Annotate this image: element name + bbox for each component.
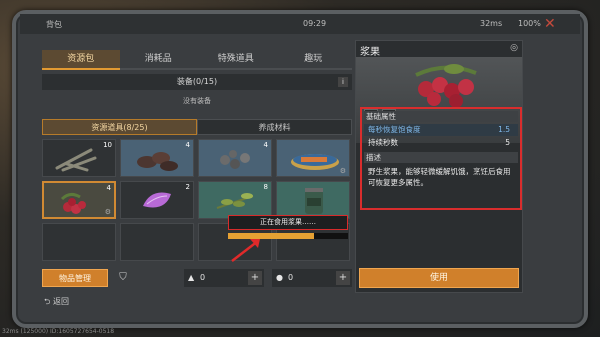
coin-icon: ● bbox=[276, 273, 283, 282]
item-count: 10 bbox=[103, 141, 112, 149]
property-value: 5 bbox=[505, 138, 510, 147]
category-tabs: 资源包 消耗品 特殊道具 趣玩 bbox=[42, 50, 352, 70]
back-arrow-icon: ⮌ bbox=[44, 297, 53, 306]
ping-readout: 32ms bbox=[480, 19, 503, 28]
item-count: 4 bbox=[185, 141, 190, 149]
description-heading: 描述 bbox=[364, 152, 518, 163]
no-equipment-text: 没有装备 bbox=[183, 97, 211, 105]
equipment-count-label: 装备(0/15) bbox=[176, 77, 218, 86]
subtab-upgrade-materials[interactable]: 养成材料 bbox=[197, 119, 352, 135]
petal-icon bbox=[143, 192, 171, 208]
battery-readout: 100% bbox=[518, 19, 541, 28]
annotation-arrow-icon bbox=[231, 239, 260, 262]
item-properties-box: 基础属性 每秒恢复饱食度 1.5 持续秒数 5 描述 野生浆果，能够轻微缓解饥饿… bbox=[360, 107, 522, 210]
item-count: 4 bbox=[106, 184, 111, 192]
tab-resource-pack[interactable]: 资源包 bbox=[42, 50, 120, 70]
resource-counter-2: ● 0 + bbox=[272, 269, 352, 287]
item-count: 4 bbox=[263, 141, 268, 149]
inventory-slot[interactable]: 8 bbox=[198, 181, 272, 219]
eating-status-banner: 正在食用浆果…… bbox=[228, 215, 348, 230]
equipment-header: 装备(0/15) i bbox=[42, 74, 352, 90]
property-value: 1.5 bbox=[498, 125, 510, 134]
settings-icon: ⚙ bbox=[104, 208, 111, 216]
close-icon[interactable]: ✕ bbox=[544, 16, 556, 32]
stone-icon bbox=[220, 150, 250, 169]
item-grid: 10 4 4 ⚙ 4 ⚙ 2 8 bbox=[42, 139, 352, 263]
inventory-slot[interactable]: 4 bbox=[120, 139, 194, 177]
window-title: 背包 bbox=[46, 20, 62, 29]
back-button[interactable]: ⮌ 返回 bbox=[44, 296, 69, 310]
property-key: 持续秒数 bbox=[368, 138, 398, 147]
item-count: 2 bbox=[185, 183, 190, 191]
inventory-slot[interactable]: 10 bbox=[42, 139, 116, 177]
debug-status-line: 32ms (125000) ID:1605727654-0518 bbox=[2, 328, 115, 335]
resource-counter-1: ▲ 0 + bbox=[184, 269, 264, 287]
item-description: 野生浆果，能够轻微缓解饥饿，烹饪后食用可恢复更多属性。 bbox=[368, 167, 511, 187]
inventory-slot[interactable]: 4 bbox=[198, 139, 272, 177]
item-detail-panel: 浆果 ◎ 🗑 ••• 基础属性 每秒恢复饱食度 1.5 持续秒数 5 描述 野生… bbox=[355, 40, 523, 293]
top-status-bar: 背包 09:29 32ms 100% ✕ bbox=[20, 14, 580, 34]
item-count: 8 bbox=[263, 183, 268, 191]
use-item-button[interactable]: 使用 bbox=[359, 268, 519, 288]
property-row: 持续秒数 5 bbox=[364, 137, 518, 149]
subtab-resource-items[interactable]: 资源道具(8/25) bbox=[42, 119, 197, 135]
inventory-slot-empty[interactable] bbox=[120, 223, 194, 261]
inventory-slot-empty[interactable] bbox=[42, 223, 116, 261]
property-key: 每秒恢复饱食度 bbox=[368, 125, 421, 134]
info-icon[interactable]: i bbox=[338, 77, 348, 87]
inventory-slot[interactable]: ⚙ bbox=[276, 139, 350, 177]
refresh-icon[interactable]: ◎ bbox=[510, 43, 518, 53]
add-resource-button[interactable]: + bbox=[248, 271, 262, 285]
resource-value: 0 bbox=[288, 273, 294, 282]
filter-icon[interactable]: ⛉ bbox=[114, 269, 132, 287]
tab-consumables[interactable]: 消耗品 bbox=[119, 50, 197, 70]
basic-attributes-heading: 基础属性 bbox=[364, 111, 518, 122]
settings-icon: ⚙ bbox=[339, 167, 346, 175]
back-label: 返回 bbox=[52, 297, 69, 306]
clock: 09:29 bbox=[303, 19, 327, 28]
inventory-slot[interactable] bbox=[276, 181, 350, 219]
meat-icon bbox=[137, 152, 178, 171]
tab-special-items[interactable]: 特殊道具 bbox=[197, 50, 275, 70]
resource-value: 0 bbox=[200, 273, 206, 282]
property-row: 每秒恢复饱食度 1.5 bbox=[364, 124, 518, 136]
inventory-bottom-bar: 物品管理 ⛉ ▲ 0 + ● 0 + bbox=[42, 269, 352, 289]
tab-fun[interactable]: 趣玩 bbox=[274, 50, 352, 70]
item-manage-button[interactable]: 物品管理 bbox=[42, 269, 108, 287]
inventory-slot[interactable]: 2 bbox=[120, 181, 194, 219]
item-title: 浆果 bbox=[360, 47, 380, 58]
add-resource-button[interactable]: + bbox=[336, 271, 350, 285]
inventory-slot-selected[interactable]: 4 ⚙ bbox=[42, 181, 116, 219]
sub-tabs: 资源道具(8/25) 养成材料 bbox=[42, 119, 352, 135]
mountain-icon: ▲ bbox=[188, 273, 195, 282]
